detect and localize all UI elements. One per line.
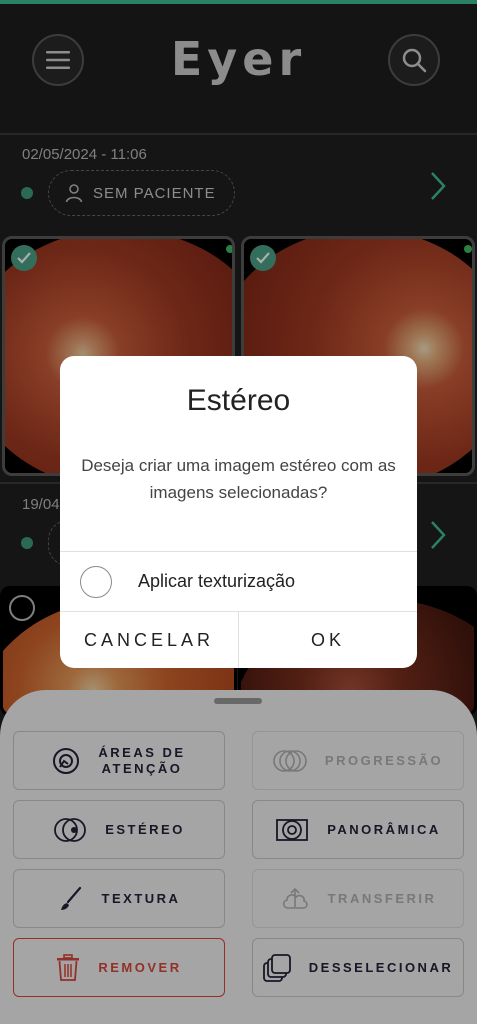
stereo-dialog: Estéreo Deseja criar uma imagem estéreo …: [60, 356, 417, 668]
texture-radio[interactable]: [80, 566, 112, 598]
dialog-title: Estéreo: [186, 384, 291, 417]
dialog-message: Deseja criar uma imagem estéreo com as i…: [81, 456, 396, 502]
texture-option-label[interactable]: Aplicar texturização: [138, 571, 295, 592]
cancel-button[interactable]: CANCELAR: [60, 612, 238, 668]
ok-button[interactable]: OK: [239, 612, 417, 668]
dialog-divider: [60, 551, 417, 552]
